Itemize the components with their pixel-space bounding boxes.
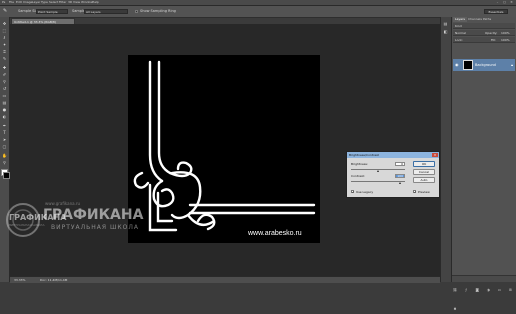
- brush-icon[interactable]: ✐: [2, 72, 7, 77]
- watermark: ГРАФИКАНА ВИРТУАЛЬНАЯ ШКОЛА www.grafikan…: [1, 196, 171, 256]
- history-brush-icon[interactable]: ↺: [2, 86, 7, 91]
- maximize-button[interactable]: ▢: [502, 0, 507, 4]
- healing-icon[interactable]: ✚: [2, 65, 7, 70]
- status-bar: 33.33% Doc: 11,4M/11,4M: [10, 276, 440, 283]
- brightness-input[interactable]: 0: [395, 162, 405, 166]
- tab-layers[interactable]: Layers: [453, 17, 467, 22]
- menu-filter[interactable]: Filter: [59, 0, 66, 5]
- use-legacy-label: Use Legacy: [356, 190, 374, 194]
- move-icon[interactable]: ✥: [2, 21, 7, 26]
- blend-row: Normal Opacity: 100%: [453, 30, 515, 36]
- visibility-eye-icon[interactable]: ◉: [455, 59, 459, 71]
- menu-help[interactable]: Help: [92, 0, 99, 5]
- eraser-icon[interactable]: ▭: [2, 93, 7, 98]
- crop-icon[interactable]: ⌗: [2, 49, 7, 54]
- contrast-input[interactable]: 100: [395, 174, 405, 178]
- preview-checkbox[interactable]: ✓: [413, 190, 417, 194]
- canvas-url-text: www.arabesko.ru: [247, 230, 302, 237]
- menu-file[interactable]: File: [9, 0, 14, 5]
- fill-value[interactable]: 100%: [501, 37, 510, 43]
- watermark-subtitle: ВИРТУАЛЬНАЯ ШКОЛА: [51, 224, 139, 231]
- contrast-slider[interactable]: [351, 181, 405, 182]
- layer-thumbnail: [463, 60, 473, 70]
- preview-label: Preview: [418, 190, 430, 194]
- menu-select[interactable]: Select: [49, 0, 58, 5]
- adjustment-icon[interactable]: ◑: [485, 287, 491, 293]
- mask-icon[interactable]: ◙: [474, 287, 480, 293]
- lock-row: Lock: Fill: 100%: [453, 37, 515, 43]
- fx-icon[interactable]: ƒ: [463, 287, 469, 293]
- opacity-label: Opacity:: [485, 31, 498, 35]
- use-legacy-checkbox[interactable]: ✓: [351, 190, 355, 194]
- gradient-icon[interactable]: ▤: [2, 100, 7, 105]
- blend-mode-select[interactable]: Normal: [455, 31, 466, 35]
- zoom-level[interactable]: 33.33%: [14, 277, 25, 283]
- properties-panel-icon[interactable]: ◧: [443, 29, 448, 34]
- layer-row-background[interactable]: ◉ Background 🔒︎: [453, 59, 515, 71]
- cancel-button[interactable]: Cancel: [413, 169, 435, 175]
- trash-icon[interactable]: ✖: [452, 306, 458, 312]
- dialog-title: Brightness/Contrast: [347, 152, 439, 158]
- shape-icon[interactable]: ▢: [2, 144, 7, 149]
- eyedropper-icon[interactable]: ✎: [2, 56, 7, 61]
- doc-size: Doc: 11,4M/11,4M: [40, 278, 68, 282]
- collapsed-panels-strip: ▤ ◧: [440, 17, 452, 282]
- ok-button[interactable]: OK: [413, 161, 435, 167]
- sample-select[interactable]: All Layers: [84, 9, 128, 14]
- watermark-site: www.grafikana.ru: [45, 201, 81, 206]
- quick-select-icon[interactable]: ✦: [2, 42, 7, 47]
- eyedropper-icon[interactable]: ✎: [3, 6, 7, 17]
- options-bar: ✎ Sample Size: Point Sample Sample: All …: [0, 6, 516, 18]
- sample-size-select[interactable]: Point Sample: [36, 9, 68, 14]
- show-ring-checkbox[interactable]: [135, 10, 138, 13]
- zoom-icon[interactable]: ⚲: [2, 160, 7, 165]
- menu-type[interactable]: Type: [41, 0, 48, 5]
- type-icon[interactable]: T: [2, 130, 7, 135]
- stamp-icon[interactable]: ⚲: [2, 79, 7, 84]
- lock-label: Lock:: [455, 38, 463, 42]
- layers-panel-footer: ⛓ ƒ ◙ ◑ ▭ ⊞ ✖: [452, 275, 516, 311]
- tab-paths[interactable]: Paths: [481, 17, 493, 22]
- ps-logo: Ps: [2, 0, 6, 4]
- auto-button[interactable]: Auto: [413, 177, 435, 183]
- layers-panel: Layers Channels Paths Kind Normal Opacit…: [452, 17, 516, 311]
- brightness-label: Brightness:: [351, 162, 368, 166]
- marquee-icon[interactable]: ⬚: [2, 28, 7, 33]
- menu-view[interactable]: View: [73, 0, 80, 5]
- brightness-contrast-dialog: Brightness/Contrast ✕ Brightness: 0 Cont…: [346, 151, 440, 198]
- history-panel-icon[interactable]: ▤: [443, 21, 448, 26]
- dodge-icon[interactable]: ◐: [2, 114, 7, 119]
- workspace-select[interactable]: Essentials: [484, 9, 508, 14]
- hand-icon[interactable]: ✋: [2, 153, 7, 158]
- show-ring-label: Show Sampling Ring: [140, 9, 176, 13]
- link-icon[interactable]: ⛓: [452, 287, 458, 293]
- layer-name: Background: [475, 63, 496, 67]
- pen-icon[interactable]: ✒: [2, 123, 7, 128]
- contrast-slider-thumb[interactable]: [399, 182, 401, 184]
- lock-icon: 🔒︎: [511, 63, 513, 67]
- menu-edit[interactable]: Edit: [16, 0, 22, 5]
- dialog-close-button[interactable]: ✕: [432, 153, 438, 157]
- new-layer-icon[interactable]: ⊞: [507, 287, 513, 293]
- folder-icon[interactable]: ▭: [496, 287, 502, 293]
- fill-label: Fill:: [491, 38, 497, 42]
- menu-image[interactable]: Image: [23, 0, 32, 5]
- watermark-left-subtitle: ВИРТУАЛЬНАЯ ШКОЛА: [9, 223, 45, 227]
- close-button[interactable]: ✕: [509, 0, 514, 4]
- minimize-button[interactable]: –: [495, 0, 500, 4]
- menu-layer[interactable]: Layer: [32, 0, 40, 5]
- opacity-value[interactable]: 100%: [501, 30, 510, 36]
- background-color-swatch[interactable]: [3, 172, 10, 179]
- document-tab[interactable]: Untitled-1 @ 33.3% (RGB/8): [11, 18, 75, 24]
- menu-3d[interactable]: 3D: [68, 0, 72, 5]
- layer-filter-row[interactable]: Kind: [453, 23, 515, 29]
- contrast-label: Contrast:: [351, 174, 365, 178]
- path-select-icon[interactable]: ➤: [2, 137, 7, 142]
- lasso-icon[interactable]: ℓ: [2, 35, 7, 40]
- watermark-title: ГРАФИКАНА: [43, 207, 144, 223]
- blur-icon[interactable]: ●: [2, 107, 7, 112]
- window-buttons: – ▢ ✕: [495, 0, 514, 5]
- filter-kind[interactable]: Kind: [455, 24, 462, 28]
- brightness-slider-thumb[interactable]: [377, 170, 379, 172]
